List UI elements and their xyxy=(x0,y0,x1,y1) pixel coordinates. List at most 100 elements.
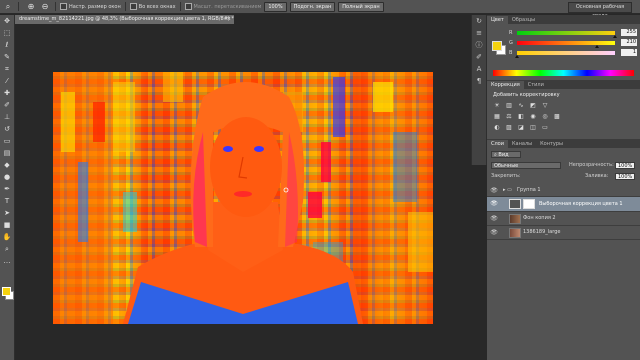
tab-layers[interactable]: Слои xyxy=(487,140,508,148)
tab-color[interactable]: Цвет xyxy=(487,16,508,24)
paragraph-panel-icon[interactable]: ¶ xyxy=(472,75,486,87)
posterize-icon[interactable]: ▨ xyxy=(505,124,513,132)
gradient-map-icon[interactable]: ▭ xyxy=(541,124,549,132)
tools-panel: ✥ ⬚ ℓ ✎ ⌗ ⁄ ✚ ✐ ⊥ ↺ ▭ ▤ ◆ ● ✒ T ➤ ■ ✋ ⌕ … xyxy=(0,15,15,360)
exposure-icon[interactable]: ◩ xyxy=(529,102,537,110)
layer-row-1386189-large[interactable]: 👁 1386189_large xyxy=(487,226,640,240)
character-panel-icon[interactable]: A xyxy=(472,63,486,75)
resize-windows-checkbox[interactable] xyxy=(60,3,67,10)
fit-screen-button[interactable]: Подогн. экран xyxy=(289,1,336,12)
green-value-input[interactable]: 210 xyxy=(621,39,637,46)
tab-adjustments[interactable]: Коррекция xyxy=(487,81,524,89)
levels-icon[interactable]: ▥ xyxy=(505,102,513,110)
blue-slider-knob[interactable] xyxy=(515,55,519,58)
foreground-color-swatch[interactable] xyxy=(492,41,502,51)
history-brush-tool-icon[interactable]: ↺ xyxy=(0,123,14,135)
curves-icon[interactable]: ∿ xyxy=(517,102,525,110)
opacity-input[interactable]: 100% xyxy=(615,162,635,169)
brush-tool-icon[interactable]: ✐ xyxy=(0,99,14,111)
blue-slider[interactable]: B 1 xyxy=(509,49,637,58)
channel-mixer-icon[interactable]: ◎ xyxy=(541,113,549,121)
layer-filter-select[interactable]: ⌕ Вид xyxy=(491,151,521,158)
zoom-tool-icon[interactable]: ⌕ xyxy=(2,1,14,13)
selective-color-icon[interactable]: ◫ xyxy=(529,124,537,132)
healing-brush-tool-icon[interactable]: ✚ xyxy=(0,87,14,99)
history-panel-icon[interactable]: ↻ xyxy=(472,15,486,27)
tab-styles[interactable]: Стили xyxy=(524,81,548,89)
layer-row-background-copy-2[interactable]: 👁 Фон копия 2 xyxy=(487,212,640,226)
more-tools-icon[interactable]: … xyxy=(0,255,14,267)
green-slider-track[interactable] xyxy=(517,41,615,45)
visibility-eye-icon[interactable]: 👁 xyxy=(490,200,498,207)
opacity-label: Непрозрачность: xyxy=(569,162,614,168)
eraser-tool-icon[interactable]: ▭ xyxy=(0,135,14,147)
zoom-out-icon[interactable]: ⊖ xyxy=(39,1,51,13)
move-tool-icon[interactable]: ✥ xyxy=(0,15,14,27)
brush-panel-icon[interactable]: ✐ xyxy=(472,51,486,63)
red-slider-track[interactable] xyxy=(517,31,615,35)
color-balance-icon[interactable]: ⚖ xyxy=(505,113,513,121)
close-tab-icon[interactable]: × xyxy=(227,15,231,24)
zoom-100-button[interactable]: 100% xyxy=(264,1,287,12)
red-slider-knob[interactable] xyxy=(613,35,617,38)
zoom-in-icon[interactable]: ⊕ xyxy=(25,1,37,13)
visibility-eye-icon[interactable]: 👁 xyxy=(490,187,498,194)
divider xyxy=(18,2,19,11)
blur-tool-icon[interactable]: ◆ xyxy=(0,159,14,171)
type-tool-icon[interactable]: T xyxy=(0,195,14,207)
workspace-switcher[interactable]: Основная рабочая среда xyxy=(568,2,632,19)
red-slider[interactable]: R 255 xyxy=(509,29,637,38)
pen-tool-icon[interactable]: ✒ xyxy=(0,183,14,195)
layer-mask-thumbnail[interactable] xyxy=(523,199,535,209)
invert-icon[interactable]: ◐ xyxy=(493,124,501,132)
info-panel-icon[interactable]: ⓘ xyxy=(472,39,486,51)
color-spectrum-ramp[interactable] xyxy=(493,70,634,76)
posterized-portrait-image xyxy=(53,72,433,324)
clone-stamp-tool-icon[interactable]: ⊥ xyxy=(0,111,14,123)
marquee-tool-icon[interactable]: ⬚ xyxy=(0,27,14,39)
fill-input[interactable]: 100% xyxy=(615,173,635,180)
properties-panel-icon[interactable]: ≡ xyxy=(472,27,486,39)
photo-filter-icon[interactable]: ◉ xyxy=(529,113,537,121)
visibility-eye-icon[interactable]: 👁 xyxy=(490,215,498,222)
black-white-icon[interactable]: ◧ xyxy=(517,113,525,121)
all-windows-checkbox[interactable] xyxy=(129,3,137,10)
foreground-color-swatch[interactable] xyxy=(2,287,11,296)
hand-tool-icon[interactable]: ✋ xyxy=(0,231,14,243)
visibility-eye-icon[interactable]: 👁 xyxy=(490,229,498,236)
shape-tool-icon[interactable]: ■ xyxy=(0,219,14,231)
red-value-input[interactable]: 255 xyxy=(621,29,637,36)
tab-channels[interactable]: Каналы xyxy=(508,140,536,148)
divider xyxy=(55,2,56,11)
dodge-tool-icon[interactable]: ● xyxy=(0,171,14,183)
blue-slider-label: B xyxy=(509,50,513,56)
green-slider-knob[interactable] xyxy=(595,45,600,48)
zoom-tool-icon[interactable]: ⌕ xyxy=(0,243,14,255)
lasso-tool-icon[interactable]: ℓ xyxy=(0,39,14,51)
color-lookup-icon[interactable]: ▩ xyxy=(553,113,561,121)
scrubby-zoom-checkbox[interactable] xyxy=(184,3,192,10)
hue-saturation-icon[interactable]: ▦ xyxy=(493,113,501,121)
color-panel-tabs: Цвет Образцы xyxy=(487,15,640,24)
document-image[interactable] xyxy=(53,72,433,324)
layer-row-group-1[interactable]: 👁 ▸ ▭ Группа 1 xyxy=(487,185,640,197)
vibrance-icon[interactable]: ▽ xyxy=(541,102,549,110)
path-select-tool-icon[interactable]: ➤ xyxy=(0,207,14,219)
crop-tool-icon[interactable]: ⌗ xyxy=(0,63,14,75)
blend-mode-select[interactable]: Обычные xyxy=(491,162,561,169)
tab-swatches[interactable]: Образцы xyxy=(508,16,539,24)
lock-label: Закрепить: xyxy=(491,173,521,179)
document-tab[interactable]: dreamstime_m_82114221.jpg @ 48,3% (Выбор… xyxy=(15,15,234,24)
layer-row-selective-color[interactable]: 👁 Выборочная коррекция цвета 1 xyxy=(487,197,640,212)
adjustments-panel: Добавить корректировку ☀ ▥ ∿ ◩ ▽ ▦ ⚖ ◧ ◉… xyxy=(487,89,640,139)
eyedropper-tool-icon[interactable]: ⁄ xyxy=(0,75,14,87)
gradient-tool-icon[interactable]: ▤ xyxy=(0,147,14,159)
green-slider[interactable]: G 210 xyxy=(509,39,637,48)
tab-paths[interactable]: Контуры xyxy=(536,140,567,148)
brightness-contrast-icon[interactable]: ☀ xyxy=(493,102,501,110)
blue-value-input[interactable]: 1 xyxy=(621,49,637,56)
threshold-icon[interactable]: ◪ xyxy=(517,124,525,132)
full-screen-button[interactable]: Полный экран xyxy=(338,1,384,12)
quick-select-tool-icon[interactable]: ✎ xyxy=(0,51,14,63)
blue-slider-track[interactable] xyxy=(517,51,615,55)
